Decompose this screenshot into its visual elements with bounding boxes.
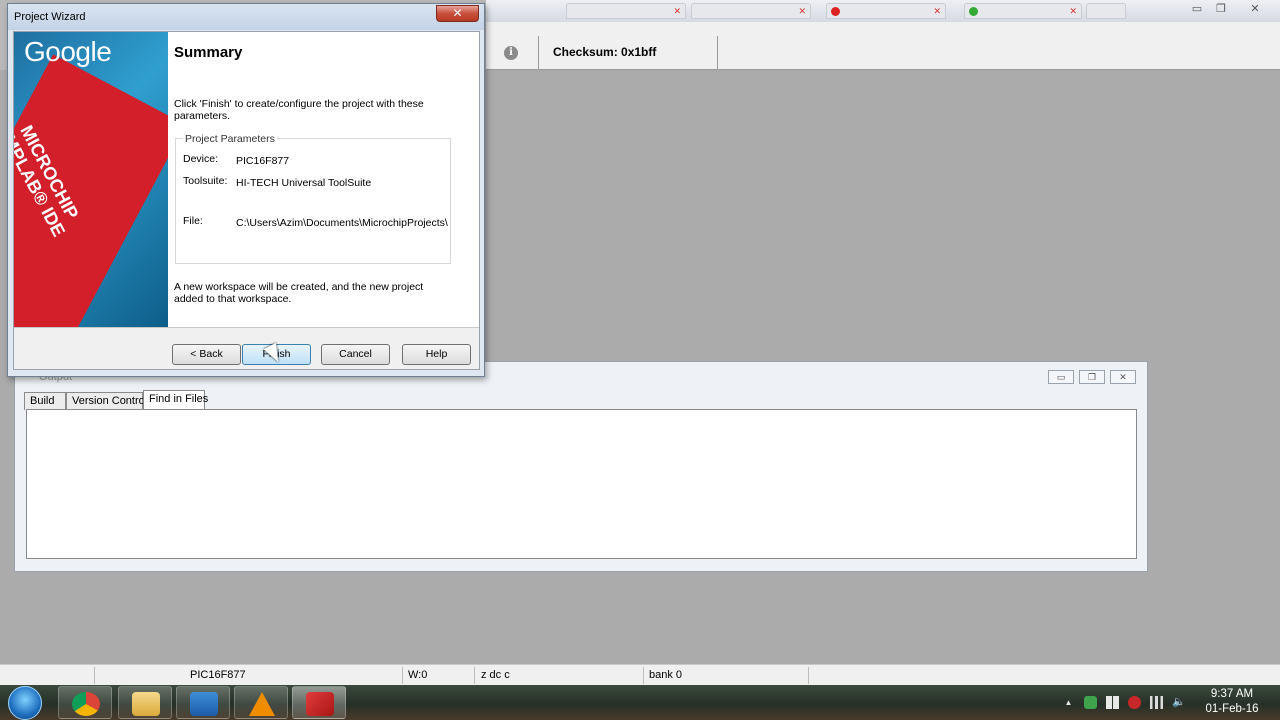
status-w-register: W:0 (408, 669, 428, 681)
taskbar-app-vlc[interactable] (234, 686, 288, 719)
mplab-toolbar: i Checksum: 0x1bff (486, 22, 1280, 70)
summary-panel: Summary Click 'Finish' to create/configu… (168, 32, 479, 327)
browser-tab[interactable]: ✕ (566, 3, 686, 19)
status-separator (808, 667, 809, 684)
toolsuite-value: HI-TECH Universal ToolSuite (236, 177, 372, 189)
status-separator (402, 667, 403, 684)
output-restore-button[interactable]: ❐ (1079, 370, 1105, 384)
file-label: File: (183, 215, 203, 227)
close-tab-icon[interactable]: ✕ (798, 6, 806, 17)
taskbar-app-mplab[interactable] (292, 686, 346, 719)
output-close-button[interactable]: ✕ (1110, 370, 1136, 384)
checksum-panel: Checksum: 0x1bff (538, 36, 718, 70)
outro-text: A new workspace will be created, and the… (174, 281, 424, 305)
vlc-icon (249, 692, 275, 716)
tab-build[interactable]: Build (24, 392, 66, 410)
browser-tab-strip: ✕ ✕ ✕ ✕ ▭ ❐ ✕ (486, 0, 1280, 22)
output-window: Output ▭ ❐ ✕ Build Version Control Find … (14, 361, 1148, 572)
taskbar-clock[interactable]: 9:37 AM 01-Feb-16 (1197, 687, 1267, 717)
start-button[interactable] (8, 686, 42, 720)
dialog-button-bar: < Back Finish Cancel Help (14, 327, 479, 369)
mplab-banner-image: MICROCHIP MPLAB® IDE Google (14, 32, 168, 327)
file-explorer-icon (132, 692, 160, 716)
help-button[interactable]: Help (402, 344, 471, 365)
toolsuite-label: Toolsuite: (183, 175, 228, 187)
system-tray: ▲ 🔈 (1060, 685, 1210, 720)
file-value: C:\Users\Azim\Documents\MicrochipProject… (236, 217, 448, 229)
chrome-icon (72, 692, 100, 716)
taskbar-app-explorer[interactable] (118, 686, 172, 719)
close-dialog-button[interactable]: ✕ (436, 5, 479, 22)
close-tab-icon[interactable]: ✕ (933, 6, 941, 17)
status-bank: bank 0 (649, 669, 683, 681)
minimize-window-button[interactable]: ▭ (1186, 2, 1208, 18)
dialog-titlebar[interactable]: Project Wizard ✕ (8, 4, 484, 30)
tab-version-control[interactable]: Version Control (66, 392, 147, 410)
output-minimize-button[interactable]: ▭ (1048, 370, 1074, 384)
tab-find-in-files[interactable]: Find in Files (143, 390, 208, 410)
close-tab-icon[interactable]: ✕ (673, 6, 681, 17)
device-label: Device: (183, 153, 219, 165)
info-icon[interactable]: i (504, 46, 518, 60)
alert-icon[interactable] (1128, 696, 1141, 709)
status-separator (643, 667, 644, 684)
outlook-icon (190, 692, 218, 716)
mplab-icon (306, 692, 334, 716)
volume-icon[interactable]: 🔈 (1172, 696, 1186, 709)
cancel-button[interactable]: Cancel (321, 344, 390, 365)
hangouts-icon (969, 7, 978, 16)
dialog-title: Project Wizard (14, 11, 86, 23)
project-wizard-dialog: Project Wizard ✕ MICROCHIP MPLAB® IDE Go… (7, 3, 485, 377)
windows-taskbar: ▲ 🔈 9:37 AM 01-Feb-16 (0, 685, 1280, 720)
output-text-area[interactable] (26, 409, 1137, 559)
group-legend: Project Parameters (183, 133, 277, 145)
restore-window-button[interactable]: ❐ (1210, 2, 1232, 18)
close-tab-icon[interactable]: ✕ (1069, 6, 1077, 17)
page-title: Summary (174, 44, 243, 61)
device-value: PIC16F877 (236, 155, 290, 167)
browser-tab[interactable]: ✕ (826, 3, 946, 19)
taskbar-app-outlook[interactable] (176, 686, 230, 719)
dialog-body: MICROCHIP MPLAB® IDE Google Summary Clic… (13, 31, 480, 370)
project-parameters-group: Project Parameters Device: PIC16F877 Too… (175, 133, 451, 264)
close-window-button[interactable]: ✕ (1244, 2, 1266, 18)
clock-time: 9:37 AM (1210, 688, 1254, 700)
status-bar: PIC16F877 W:0 z dc c bank 0 (0, 664, 1280, 685)
sync-icon[interactable] (1084, 696, 1097, 709)
browser-tab[interactable]: ✕ (964, 3, 1082, 19)
browser-tab[interactable] (1086, 3, 1126, 19)
clock-date: 01-Feb-16 (1205, 703, 1259, 715)
status-separator (94, 667, 95, 684)
checksum-label: Checksum: 0x1bff (553, 45, 657, 59)
youtube-icon (831, 7, 840, 16)
status-separator (474, 667, 475, 684)
google-watermark: Google (24, 36, 112, 67)
taskbar-app-chrome[interactable] (58, 686, 112, 719)
show-hidden-icons-icon[interactable]: ▲ (1062, 696, 1075, 709)
windows-icon[interactable] (1106, 696, 1119, 709)
back-button[interactable]: < Back (172, 344, 241, 365)
status-flags: z dc c (481, 669, 510, 681)
browser-tab[interactable]: ✕ (691, 3, 811, 19)
intro-text: Click 'Finish' to create/configure the p… (174, 98, 424, 122)
status-device: PIC16F877 (190, 669, 246, 681)
network-icon[interactable] (1150, 696, 1163, 709)
